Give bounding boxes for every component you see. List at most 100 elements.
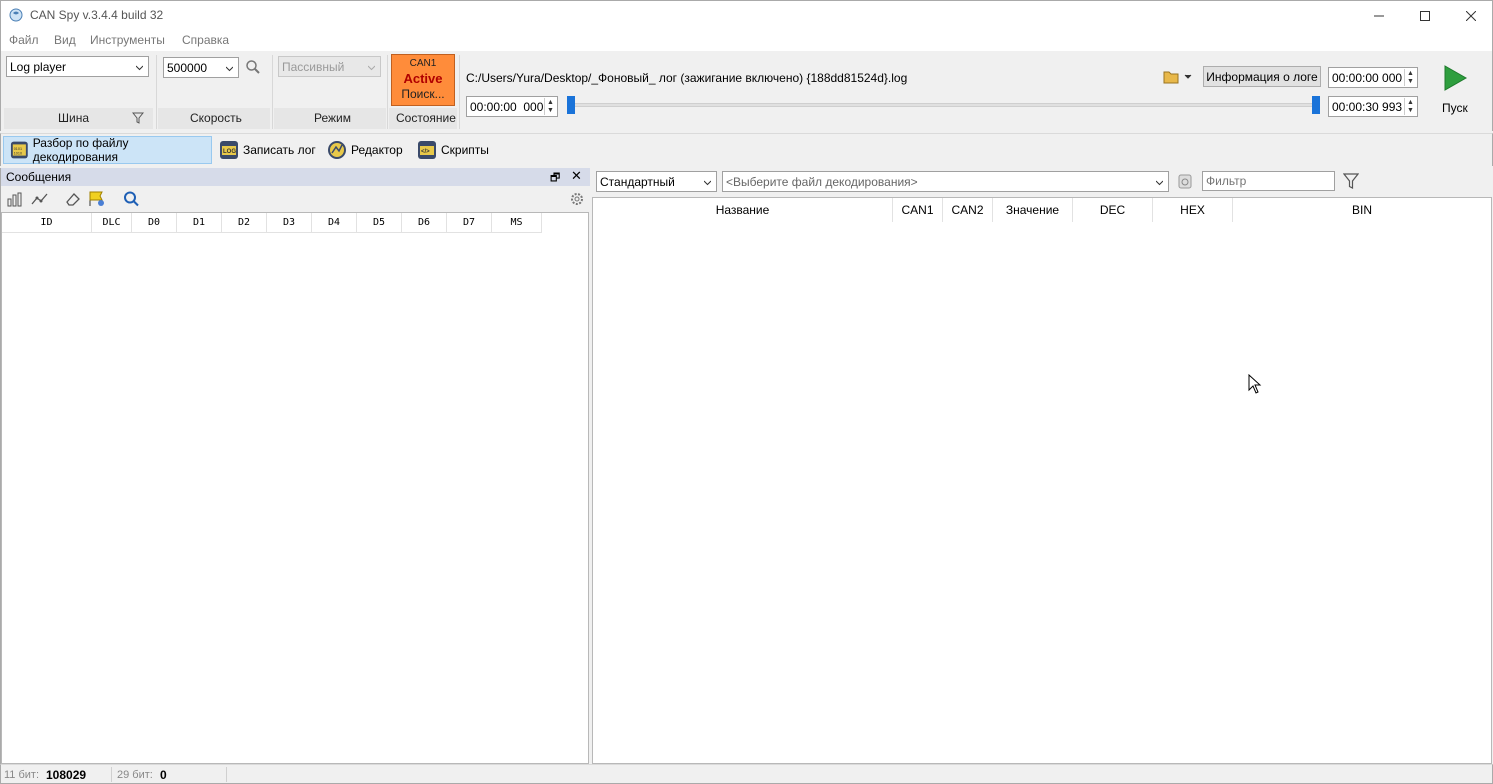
bus-select[interactable]: Log player [6, 56, 149, 77]
separator [272, 55, 273, 129]
svg-text:1010: 1010 [14, 152, 22, 156]
spin-up-icon[interactable]: ▲ [545, 98, 556, 106]
log-info-button[interactable]: Информация о логе [1203, 66, 1321, 87]
column-header-d5[interactable]: D5 [357, 213, 402, 233]
spin-buttons[interactable]: ▲ ▼ [1404, 98, 1416, 115]
chevron-down-icon [1156, 180, 1163, 186]
window-title: CAN Spy v.3.4.4 build 32 [30, 8, 164, 22]
column-header-d1[interactable]: D1 [177, 213, 222, 233]
close-icon[interactable]: ✕ [571, 168, 582, 184]
minimize-icon [1374, 15, 1384, 16]
spin-buttons[interactable]: ▲ ▼ [1404, 69, 1416, 86]
gear-icon[interactable] [568, 191, 586, 207]
search-icon[interactable] [123, 191, 141, 207]
column-header-id[interactable]: ID [2, 213, 92, 233]
bus-value: Log player [10, 60, 67, 74]
tab-scripts[interactable]: </> Скрипты [411, 136, 495, 164]
spin-down-icon[interactable]: ▼ [545, 106, 556, 114]
tab-editor[interactable]: Редактор [321, 136, 409, 164]
playback-slider-track[interactable] [567, 103, 1319, 107]
tab-label: Скрипты [441, 143, 489, 157]
column-header-name[interactable]: Название [593, 198, 893, 222]
bus-filter-icon[interactable] [132, 112, 144, 124]
slider-start-handle[interactable] [567, 96, 575, 114]
menu-file[interactable]: Файл [9, 33, 39, 47]
title-bar: CAN Spy v.3.4.4 build 32 [0, 0, 1493, 29]
bar-chart-icon[interactable] [6, 191, 24, 207]
menu-tools[interactable]: Инструменты [90, 33, 165, 47]
decode-file-placeholder: <Выберите файл декодирования> [726, 175, 918, 189]
decode-type-select[interactable]: Стандартный [596, 171, 717, 192]
column-header-d2[interactable]: D2 [222, 213, 267, 233]
column-header-d4[interactable]: D4 [312, 213, 357, 233]
column-header-d0[interactable]: D0 [132, 213, 177, 233]
connection-state-indicator: CAN1 Active Поиск... [391, 54, 455, 106]
play-label: Пуск [1442, 101, 1468, 115]
separator [226, 767, 227, 782]
separator [111, 767, 112, 782]
tab-label: Редактор [351, 143, 403, 157]
column-header-can2[interactable]: CAN2 [943, 198, 993, 222]
column-header-value[interactable]: Значение [993, 198, 1073, 222]
time-range-start-value: 00:00:00 000 [1332, 71, 1403, 85]
time-position-input[interactable]: 00:00:00 000 ▲ ▼ [466, 96, 558, 117]
spin-buttons[interactable]: ▲ ▼ [544, 98, 556, 115]
tab-label: Записать лог [243, 143, 316, 157]
app-logo-icon [9, 8, 23, 22]
mouse-cursor-icon [1248, 374, 1262, 394]
column-header-d7[interactable]: D7 [447, 213, 492, 233]
column-header-can1[interactable]: CAN1 [893, 198, 943, 222]
messages-toolbar [1, 186, 590, 212]
tab-record-log[interactable]: LOG Записать лог [213, 136, 322, 164]
mode-select[interactable]: Пассивный [278, 56, 381, 77]
messages-grid-header: ID DLC D0 D1 D2 D3 D4 D5 D6 D7 MS [2, 213, 542, 233]
maximize-button[interactable] [1402, 1, 1448, 30]
close-button[interactable] [1448, 1, 1493, 30]
column-header-bin[interactable]: BIN [1233, 198, 1491, 222]
column-header-ms[interactable]: MS [492, 213, 542, 233]
decode-settings-icon[interactable] [1177, 173, 1193, 190]
decode-table[interactable]: Название CAN1 CAN2 Значение DEC HEX BIN [592, 197, 1492, 764]
tab-decode-file[interactable]: 0101 1010 Разбор по файлу декодирования [3, 136, 212, 164]
flag-icon[interactable] [88, 191, 106, 207]
column-header-d6[interactable]: D6 [402, 213, 447, 233]
minimize-button[interactable] [1356, 1, 1402, 30]
column-header-hex[interactable]: HEX [1153, 198, 1233, 222]
play-button[interactable]: Пуск [1433, 61, 1477, 121]
search-speed-icon[interactable] [245, 59, 261, 75]
chevron-down-icon [368, 65, 375, 71]
spin-down-icon[interactable]: ▼ [1405, 77, 1416, 85]
menu-view[interactable]: Вид [54, 33, 76, 47]
speed-value: 500000 [167, 61, 208, 75]
line-chart-icon[interactable] [31, 191, 49, 207]
open-folder-icon[interactable] [1163, 69, 1195, 85]
svg-text:0101: 0101 [14, 147, 22, 151]
chevron-down-icon [136, 65, 143, 71]
state-sub: Поиск... [401, 87, 445, 101]
speed-select[interactable]: 500000 [163, 57, 239, 78]
separator [387, 55, 388, 129]
menu-help[interactable]: Справка [182, 33, 229, 47]
column-header-d3[interactable]: D3 [267, 213, 312, 233]
filter-icon[interactable] [1343, 173, 1359, 189]
time-position-value: 00:00:00 000 [470, 100, 544, 114]
column-header-dlc[interactable]: DLC [92, 213, 132, 233]
column-header-dec[interactable]: DEC [1073, 198, 1153, 222]
time-range-start-input[interactable]: 00:00:00 000 ▲ ▼ [1328, 67, 1418, 88]
eraser-icon[interactable] [64, 191, 82, 207]
spin-up-icon[interactable]: ▲ [1405, 98, 1416, 106]
bits11-value: 108029 [46, 768, 87, 782]
mode-value: Пассивный [282, 60, 345, 74]
decode-table-header: Название CAN1 CAN2 Значение DEC HEX BIN [593, 198, 1491, 222]
spin-up-icon[interactable]: ▲ [1405, 69, 1416, 77]
state-channel: CAN1 [409, 58, 437, 69]
spin-down-icon[interactable]: ▼ [1405, 106, 1416, 114]
filter-input[interactable] [1202, 171, 1335, 191]
bits29-value: 0 [160, 768, 167, 782]
decode-file-select[interactable]: <Выберите файл декодирования> [722, 171, 1169, 192]
play-icon [1444, 65, 1468, 91]
slider-end-handle[interactable] [1312, 96, 1320, 114]
maximize-icon [1420, 10, 1430, 21]
messages-grid[interactable]: ID DLC D0 D1 D2 D3 D4 D5 D6 D7 MS [1, 212, 589, 764]
time-range-end-input[interactable]: 00:00:30 993 ▲ ▼ [1328, 96, 1418, 117]
